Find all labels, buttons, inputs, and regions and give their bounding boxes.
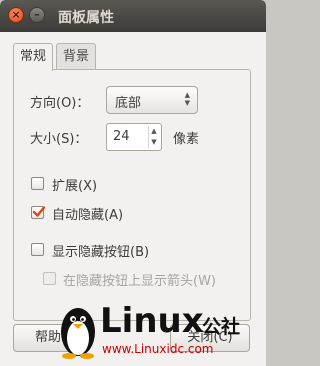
spin-arrows-icon[interactable]: ▲ ▼ <box>148 126 159 148</box>
size-spinbutton[interactable]: 24 ▲ ▼ <box>106 123 162 151</box>
tab-general[interactable]: 常规 <box>13 43 54 71</box>
panel-properties-window: × – 面板属性 常规 背景 方向(O)： 底部 ▲ ▼ 大小(S)： 24 ▲ ▼… <box>0 0 266 366</box>
show-hide-buttons-checkbox[interactable] <box>31 243 44 256</box>
autohide-label[interactable]: 自动隐藏(A) <box>52 204 123 223</box>
orientation-label: 方向(O)： <box>30 96 90 111</box>
checkmark-icon <box>32 206 46 217</box>
autohide-checkbox[interactable] <box>31 206 46 219</box>
title-bar[interactable]: × – 面板属性 <box>0 0 266 32</box>
tux-icon <box>61 308 95 359</box>
show-hide-buttons-label[interactable]: 显示隐藏按钮(B) <box>52 241 149 260</box>
window-title: 面板属性 <box>58 10 114 26</box>
tab-background[interactable]: 背景 <box>56 43 97 70</box>
updown-arrows-icon: ▲ ▼ <box>184 91 190 107</box>
window-close-icon[interactable]: × <box>8 7 24 23</box>
size-unit-label: 像素 <box>173 132 200 147</box>
orientation-select[interactable]: 底部 ▲ ▼ <box>106 86 198 114</box>
size-label: 大小(S)： <box>30 132 88 147</box>
size-value: 24 <box>113 129 130 144</box>
expand-checkbox[interactable] <box>31 177 44 190</box>
watermark-url: www.Linuxidc.com <box>102 342 213 356</box>
watermark-logo-cn: 公社 <box>202 315 240 338</box>
arrows-on-hide-buttons-checkbox <box>43 272 56 285</box>
linux-watermark: Linux 公社 www.Linuxidc.com <box>56 292 266 366</box>
orientation-value: 底部 <box>115 96 142 111</box>
window-minimize-icon[interactable]: – <box>29 7 45 23</box>
expand-label[interactable]: 扩展(X) <box>52 175 97 194</box>
arrows-on-hide-buttons-label: 在隐藏按钮上显示箭头(W) <box>63 274 216 289</box>
watermark-logo-text: Linux <box>100 301 204 341</box>
